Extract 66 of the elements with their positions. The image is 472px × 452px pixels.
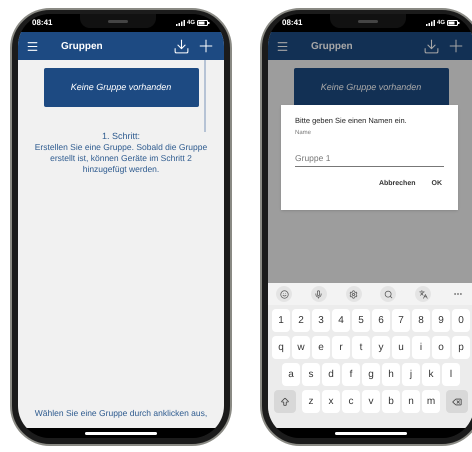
step-instructions: Erstellen Sie eine Gruppe. Sobald die Gruppe erstellt ist, können Geräte im Schritt 2 hinzugefügt werden. — [34, 142, 208, 175]
no-group-button[interactable]: Keine Gruppe vorhanden — [294, 68, 448, 107]
footer-hint: Wählen Sie eine Gruppe durch anklicken aus, — [34, 407, 208, 420]
keyboard-key[interactable]: 4 — [332, 309, 350, 332]
keyboard-key[interactable]: d — [322, 363, 340, 386]
settings-icon[interactable] — [346, 286, 362, 302]
keyboard-key[interactable]: m — [422, 390, 440, 413]
app-title: Gruppen — [61, 40, 104, 54]
keyboard-key[interactable]: b — [382, 390, 400, 413]
shift-arrow-icon — [280, 396, 290, 406]
menu-icon[interactable] — [26, 40, 39, 52]
download-icon[interactable] — [423, 38, 440, 54]
keyboard-key[interactable]: 1 — [272, 309, 290, 332]
translate-icon[interactable] — [415, 286, 432, 302]
download-icon[interactable] — [173, 38, 190, 54]
keyboard-key[interactable]: u — [392, 336, 410, 359]
keyboard-key[interactable]: p — [452, 336, 470, 359]
microphone-icon[interactable] — [310, 286, 327, 302]
keyboard-key[interactable]: c — [342, 390, 360, 413]
no-group-button[interactable]: Keine Gruppe vorhanden — [44, 68, 198, 107]
keyboard-key[interactable]: n — [402, 390, 420, 413]
keyboard-key[interactable]: s — [302, 363, 320, 386]
search-icon[interactable] — [380, 286, 396, 302]
step-title: 1. Schritt: — [102, 131, 140, 142]
keyboard-key[interactable]: f — [342, 363, 360, 386]
keyboard-key[interactable]: x — [322, 390, 340, 413]
keyboard-key[interactable]: t — [352, 336, 370, 359]
keyboard-key[interactable]: a — [282, 363, 300, 386]
app-title: Gruppen — [311, 40, 354, 54]
keyboard-key[interactable]: 0 — [452, 309, 470, 332]
keyboard-key[interactable]: i — [412, 336, 430, 359]
keyboard-key[interactable]: 8 — [412, 309, 430, 332]
keyboard-key[interactable]: v — [362, 390, 380, 413]
home-indicator — [85, 432, 157, 435]
shift-key[interactable] — [274, 390, 296, 413]
keyboard-key[interactable]: h — [382, 363, 400, 386]
keyboard-key[interactable]: w — [292, 336, 310, 359]
keyboard-key[interactable]: j — [402, 363, 420, 386]
keyboard-key[interactable]: 5 — [352, 309, 370, 332]
backspace-key[interactable] — [446, 390, 468, 413]
signal-icon — [176, 20, 185, 26]
keyboard-key[interactable]: 2 — [292, 309, 310, 332]
menu-icon[interactable] — [276, 40, 289, 52]
emoji-icon[interactable] — [276, 286, 292, 302]
home-indicator — [335, 432, 407, 435]
backspace-icon — [452, 396, 462, 406]
leader-line — [204, 60, 206, 132]
keyboard-key[interactable]: y — [372, 336, 390, 359]
keyboard-key[interactable]: r — [332, 336, 350, 359]
keyboard-key[interactable]: z — [302, 390, 320, 413]
battery-icon — [447, 20, 460, 26]
keyboard-key[interactable]: l — [442, 363, 460, 386]
keyboard-key[interactable]: 9 — [432, 309, 450, 332]
keyboard-key[interactable]: q — [272, 336, 290, 359]
keyboard-key[interactable]: e — [312, 336, 330, 359]
keyboard-key[interactable]: 7 — [392, 309, 410, 332]
keyboard-key[interactable]: k — [422, 363, 440, 386]
keyboard-key[interactable]: 6 — [372, 309, 390, 332]
battery-icon — [197, 20, 210, 26]
status-time: 08:41 — [282, 17, 302, 29]
keyboard-key[interactable]: o — [432, 336, 450, 359]
status-time: 08:41 — [32, 17, 52, 29]
keyboard-key[interactable]: g — [362, 363, 380, 386]
name-input-field[interactable]: Gruppe 1 — [295, 152, 444, 167]
keyboard-key[interactable]: 3 — [312, 309, 330, 332]
signal-icon — [426, 20, 435, 26]
